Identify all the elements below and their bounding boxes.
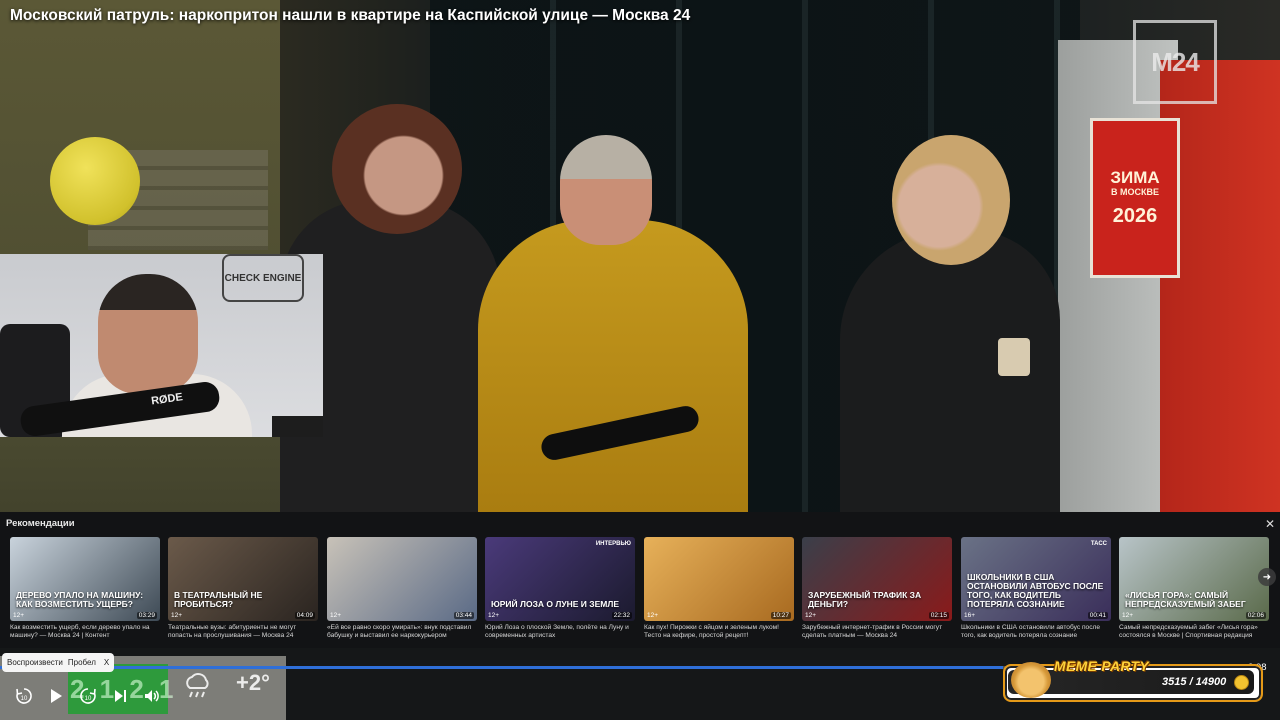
duration-badge: 02:15: [928, 612, 949, 619]
recommendation-thumbnail[interactable]: Дерево упало на машину: как возместить у…: [10, 537, 160, 621]
recommendation-thumbnail[interactable]: 12+ 03:44: [327, 537, 477, 621]
recommendation-card[interactable]: Зарубежный трафик за деньги? 12+ 02:15 Зару…: [802, 537, 952, 641]
thumbnail-caption: Школьники в США остановили автобус после…: [967, 572, 1104, 609]
thumbnail-caption: Дерево упало на машину: как возместить у…: [16, 590, 144, 609]
age-rating: 12+: [488, 612, 500, 619]
age-rating: 12+: [330, 612, 342, 619]
tooltip-close[interactable]: X: [104, 658, 109, 667]
rewind-10-icon[interactable]: 10: [14, 686, 34, 706]
cloud-rain-icon: [182, 670, 212, 705]
doge-icon: [1011, 662, 1051, 698]
duration-badge: 22:32: [611, 612, 632, 619]
jacket-patch: [998, 338, 1030, 376]
duration-badge: 02:06: [1245, 612, 1266, 619]
recommendation-title[interactable]: Как пух! Пирожки с яйцом и зеленым луком…: [644, 624, 794, 641]
meme-party-score: 3515 / 14900: [1162, 676, 1227, 688]
woman-yellow-coat: [478, 220, 748, 520]
recommendation-card[interactable]: Дерево упало на машину: как возместить у…: [10, 537, 160, 641]
thumbnail-tag: ИНТЕРВЬЮ: [595, 541, 631, 547]
chevron-right-icon[interactable]: ➜: [1258, 568, 1276, 586]
streamer-webcam: CHECK ENGINE RØDE: [0, 254, 323, 437]
svg-text:10: 10: [21, 696, 28, 702]
duration-badge: 03:44: [453, 612, 474, 619]
recommendation-thumbnail[interactable]: Зарубежный трафик за деньги? 12+ 02:15: [802, 537, 952, 621]
duration-badge: 10:27: [770, 612, 791, 619]
duration-badge: 00:41: [1087, 612, 1108, 619]
recommendation-thumbnail[interactable]: ТАСС Школьники в США остановили автобус п…: [961, 537, 1111, 621]
age-rating: 12+: [647, 612, 659, 619]
recommendation-card[interactable]: ТАСС Школьники в США остановили автобус п…: [961, 537, 1111, 641]
thumbnail-caption: В театральный не пробиться?: [174, 590, 263, 609]
mic-brand: RØDE: [150, 391, 184, 408]
recommendation-thumbnail[interactable]: ИНТЕРВЬЮ Юрий Лоза о Луне и Земле 12+ 22:32: [485, 537, 635, 621]
recommendation-card[interactable]: «Лисья гора»: самый непредсказуемый забе…: [1119, 537, 1269, 641]
poster-line1: ЗИМА: [1110, 167, 1160, 187]
poster-line2: В МОСКВЕ: [1111, 186, 1159, 197]
duration-badge: 03:29: [136, 612, 157, 619]
play-tooltip: Воспроизвести Пробел X: [2, 653, 115, 672]
thumbnail-caption: Юрий Лоза о Луне и Земле: [491, 599, 619, 609]
duration-badge: 04:09: [294, 612, 315, 619]
streamer-head: [98, 274, 198, 394]
recommendation-thumbnail[interactable]: 12+ 10:27: [644, 537, 794, 621]
wall-sign: CHECK ENGINE: [222, 254, 304, 302]
recommendations-heading: Рекомендации: [6, 518, 75, 529]
recommendation-title[interactable]: Как возместить ущерб, если дерево упало …: [10, 624, 160, 641]
recommendation-title[interactable]: Школьники в США остановили автобус после…: [961, 624, 1111, 641]
thumbnail-caption: «Лисья гора»: самый непредсказуемый забе…: [1125, 590, 1246, 609]
tooltip-label: Воспроизвести: [7, 658, 63, 667]
recommendation-title[interactable]: Юрий Лоза о плоской Земле, полёте на Лун…: [485, 624, 635, 641]
weather-temperature: +2°: [236, 670, 270, 695]
age-rating: 12+: [805, 612, 817, 619]
channel-logo: M24: [1133, 20, 1217, 104]
yellow-balloon: [50, 137, 140, 225]
recommendation-title[interactable]: «Ей все равно скоро умирать»: внук подст…: [327, 624, 477, 641]
coin-icon: [1234, 675, 1249, 690]
tooltip-shortcut: Пробел: [67, 658, 96, 667]
progress-fill: [0, 666, 1003, 669]
forward-10-icon[interactable]: 10: [78, 686, 98, 706]
recommendation-card[interactable]: 12+ 03:44 «Ей все равно скоро умирать»: вн…: [327, 537, 477, 641]
recommendation-card[interactable]: ИНТЕРВЬЮ Юрий Лоза о Луне и Земле 12+ 22:32…: [485, 537, 635, 641]
woman-knit-hat: [560, 135, 652, 245]
recommendation-thumbnail[interactable]: «Лисья гора»: самый непредсказуемый забе…: [1119, 537, 1269, 621]
svg-text:10: 10: [85, 696, 92, 702]
play-button[interactable]: [46, 686, 66, 706]
video-title: Московский патруль: наркопритон нашли в …: [10, 7, 691, 24]
recommendation-card[interactable]: 12+ 10:27 Как пух! Пирожки с яйцом и зелен…: [644, 537, 794, 641]
recommendation-title[interactable]: Зарубежный интернет-трафик в России могу…: [802, 624, 952, 641]
age-rating: 12+: [1122, 612, 1134, 619]
age-rating: 12+: [13, 612, 25, 619]
meme-party-title: MEME PARTY: [1054, 658, 1150, 674]
channel-logo-text: M24: [1151, 46, 1200, 77]
age-rating: 16+: [964, 612, 976, 619]
age-rating: 12+: [171, 612, 183, 619]
recommendation-title[interactable]: Самый непредсказуемый забег «Лисья гора»…: [1119, 624, 1269, 641]
recommendation-title[interactable]: Театральные вузы: абитуриенты не могут п…: [168, 624, 318, 641]
volume-icon[interactable]: [142, 686, 162, 706]
keyboard: [272, 416, 323, 437]
play-icon: [51, 689, 62, 703]
poster-year: 2026: [1112, 204, 1158, 227]
recommendation-card[interactable]: В театральный не пробиться? 12+ 04:09 Театр…: [168, 537, 318, 641]
recommendation-thumbnail[interactable]: В театральный не пробиться? 12+ 04:09: [168, 537, 318, 621]
close-icon[interactable]: ✕: [1262, 516, 1278, 532]
thumbnail-caption: Зарубежный трафик за деньги?: [808, 590, 922, 609]
woman-blonde-head: [892, 135, 1010, 265]
recommendations-panel: Рекомендации ✕ Дерево упало на машину: к…: [0, 512, 1280, 648]
reporter-head: [332, 104, 462, 234]
winter-poster: ЗИМА В МОСКВЕ 2026: [1090, 118, 1180, 278]
thumbnail-tag: ТАСС: [1090, 541, 1107, 547]
skip-next-icon[interactable]: [110, 686, 130, 706]
